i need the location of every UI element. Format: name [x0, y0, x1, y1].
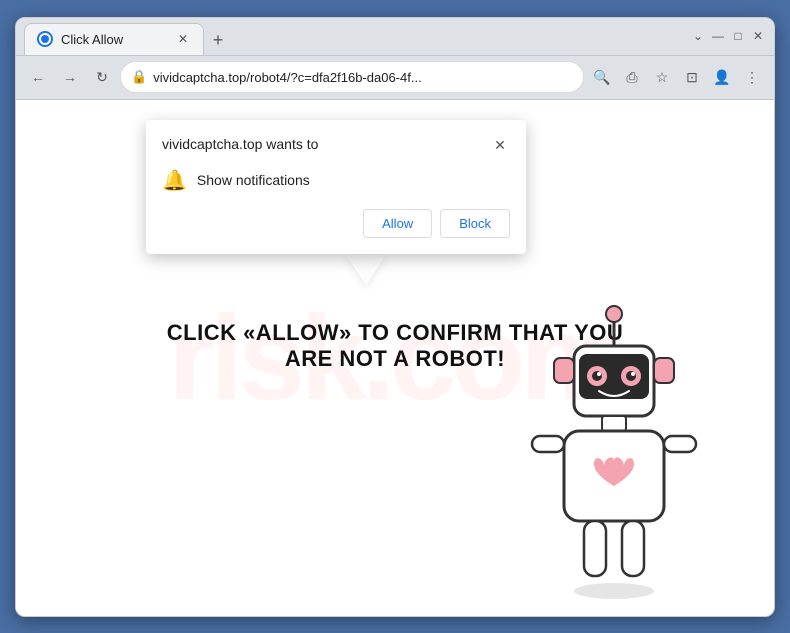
split-view-icon[interactable]: ⊡	[678, 63, 706, 91]
address-bar: ← → ↻ 🔒 vividcaptcha.top/robot4/?c=dfa2f…	[16, 56, 774, 100]
allow-button[interactable]: Allow	[363, 209, 432, 238]
popup-title: vividcaptcha.top wants to	[162, 136, 318, 152]
title-bar: Click Allow ✕ + ⌄ — □ ✕	[16, 18, 774, 56]
refresh-button[interactable]: ↻	[88, 63, 116, 91]
block-button[interactable]: Block	[440, 209, 510, 238]
tab-title: Click Allow	[61, 32, 167, 47]
tab-favicon-icon	[37, 31, 53, 47]
bell-icon: 🔔	[162, 168, 187, 193]
robot-svg	[514, 296, 714, 616]
browser-window: Click Allow ✕ + ⌄ — □ ✕ ← → ↻ 🔒 vividcap…	[15, 17, 775, 617]
forward-button[interactable]: →	[56, 63, 84, 91]
bookmark-icon[interactable]: ☆	[648, 63, 676, 91]
robot-illustration	[514, 296, 714, 596]
menu-icon[interactable]: ⋮	[738, 63, 766, 91]
window-controls: ⌄ — □ ✕	[690, 28, 766, 44]
search-icon[interactable]: 🔍	[588, 63, 616, 91]
back-button[interactable]: ←	[24, 63, 52, 91]
lock-icon: 🔒	[131, 69, 147, 85]
popup-permission: 🔔 Show notifications	[162, 168, 510, 193]
account-icon[interactable]: 👤	[708, 63, 736, 91]
tab-close-button[interactable]: ✕	[175, 31, 191, 47]
share-icon[interactable]: ⎙	[618, 63, 646, 91]
address-actions: 🔍 ⎙ ☆ ⊡ 👤 ⋮	[588, 63, 766, 91]
url-text: vividcaptcha.top/robot4/?c=dfa2f16b-da06…	[153, 70, 573, 85]
popup-buttons: Allow Block	[162, 209, 510, 238]
new-tab-button[interactable]: +	[204, 27, 232, 55]
minimize-button[interactable]: —	[710, 28, 726, 44]
permission-text: Show notifications	[197, 172, 310, 188]
popup-close-button[interactable]: ✕	[490, 136, 510, 156]
content-area: risk.com vividcaptcha.top wants to ✕ 🔔 S…	[16, 100, 774, 616]
close-button[interactable]: ✕	[750, 28, 766, 44]
url-bar[interactable]: 🔒 vividcaptcha.top/robot4/?c=dfa2f16b-da…	[120, 61, 584, 93]
browser-tab[interactable]: Click Allow ✕	[24, 23, 204, 55]
notification-popup: vividcaptcha.top wants to ✕ 🔔 Show notif…	[146, 120, 526, 254]
chevron-down-icon[interactable]: ⌄	[690, 28, 706, 44]
tab-area: Click Allow ✕ +	[24, 18, 678, 55]
speech-bubble-triangle	[346, 255, 386, 285]
maximize-button[interactable]: □	[730, 28, 746, 44]
popup-header: vividcaptcha.top wants to ✕	[162, 136, 510, 156]
